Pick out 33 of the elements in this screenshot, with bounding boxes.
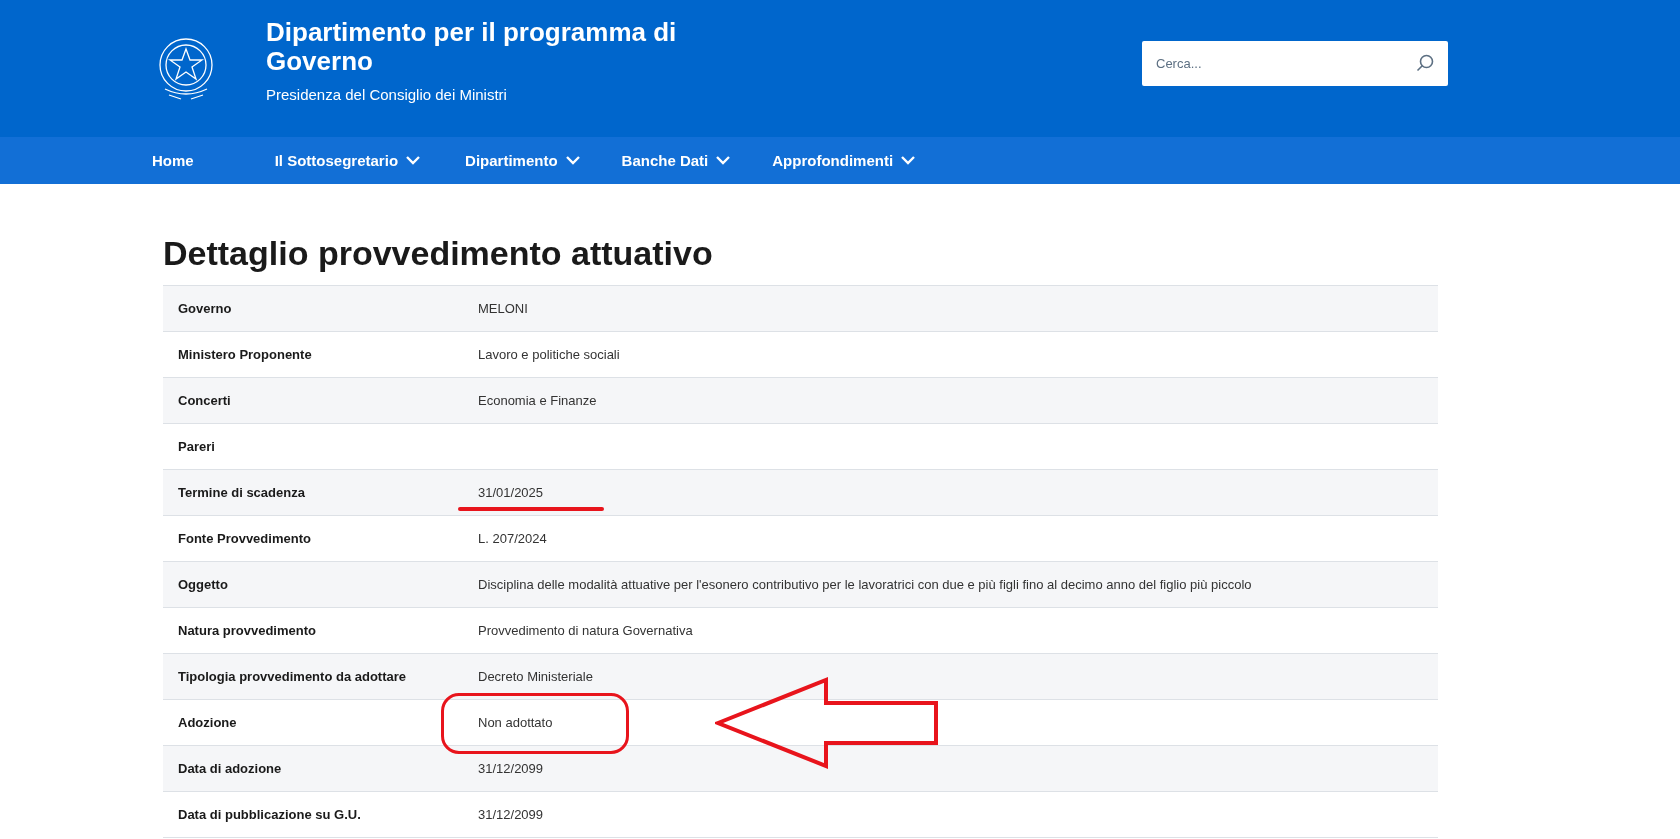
field-label: Termine di scadenza: [177, 485, 306, 500]
site-subtitle: Presidenza del Consiglio dei Ministri: [266, 86, 508, 103]
field-label: Governo: [177, 301, 233, 316]
field-label: Data di pubblicazione su G.U.: [177, 807, 362, 822]
field-value: MELONI: [478, 301, 528, 316]
page-heading: Dettaglio provvedimento attuativo: [163, 234, 714, 273]
field-value: L. 207/2024: [478, 531, 547, 546]
field-label: Natura provvedimento: [177, 623, 317, 638]
field-value: Lavoro e politiche sociali: [478, 347, 620, 362]
search-icon[interactable]: [1416, 54, 1434, 72]
field-label: Data di adozione: [177, 761, 283, 776]
search-field[interactable]: Cerca...: [1142, 41, 1448, 86]
field-label: Concerti: [177, 393, 232, 408]
field-value: 31/12/2099: [478, 761, 544, 776]
field-value: Provvedimento di natura Governativa: [478, 623, 693, 638]
nav-link[interactable]: Home: [152, 152, 194, 169]
nav-link[interactable]: Banche Dati: [621, 152, 731, 169]
field-value: Economia e Finanze: [478, 393, 597, 408]
field-value: Disciplina delle modalità attuative per l'esonero contributivo per le lavoratrici con due e più figli fino al decimo anno del figlio più piccolo: [478, 577, 1252, 592]
site-title: Dipartimento per il programma di Governo: [266, 18, 678, 76]
nav-link[interactable]: Il Sottosegretario: [274, 152, 421, 169]
field-value: 31/12/2099: [478, 807, 544, 822]
field-value: Decreto Ministeriale: [478, 669, 593, 684]
field-label: Oggetto: [177, 577, 229, 592]
field-label: Tipologia provvedimento da adottare: [177, 669, 407, 684]
field-label: Pareri: [177, 439, 216, 454]
field-label: Ministero Proponente: [177, 347, 313, 362]
nav-link[interactable]: Dipartimento: [465, 152, 580, 169]
field-label: Adozione: [177, 715, 238, 730]
field-value: Non adottato: [478, 715, 553, 730]
nav-link[interactable]: Approfondimenti: [772, 152, 916, 169]
field-value: 31/01/2025: [478, 485, 544, 500]
field-label: Fonte Provvedimento: [177, 531, 312, 546]
